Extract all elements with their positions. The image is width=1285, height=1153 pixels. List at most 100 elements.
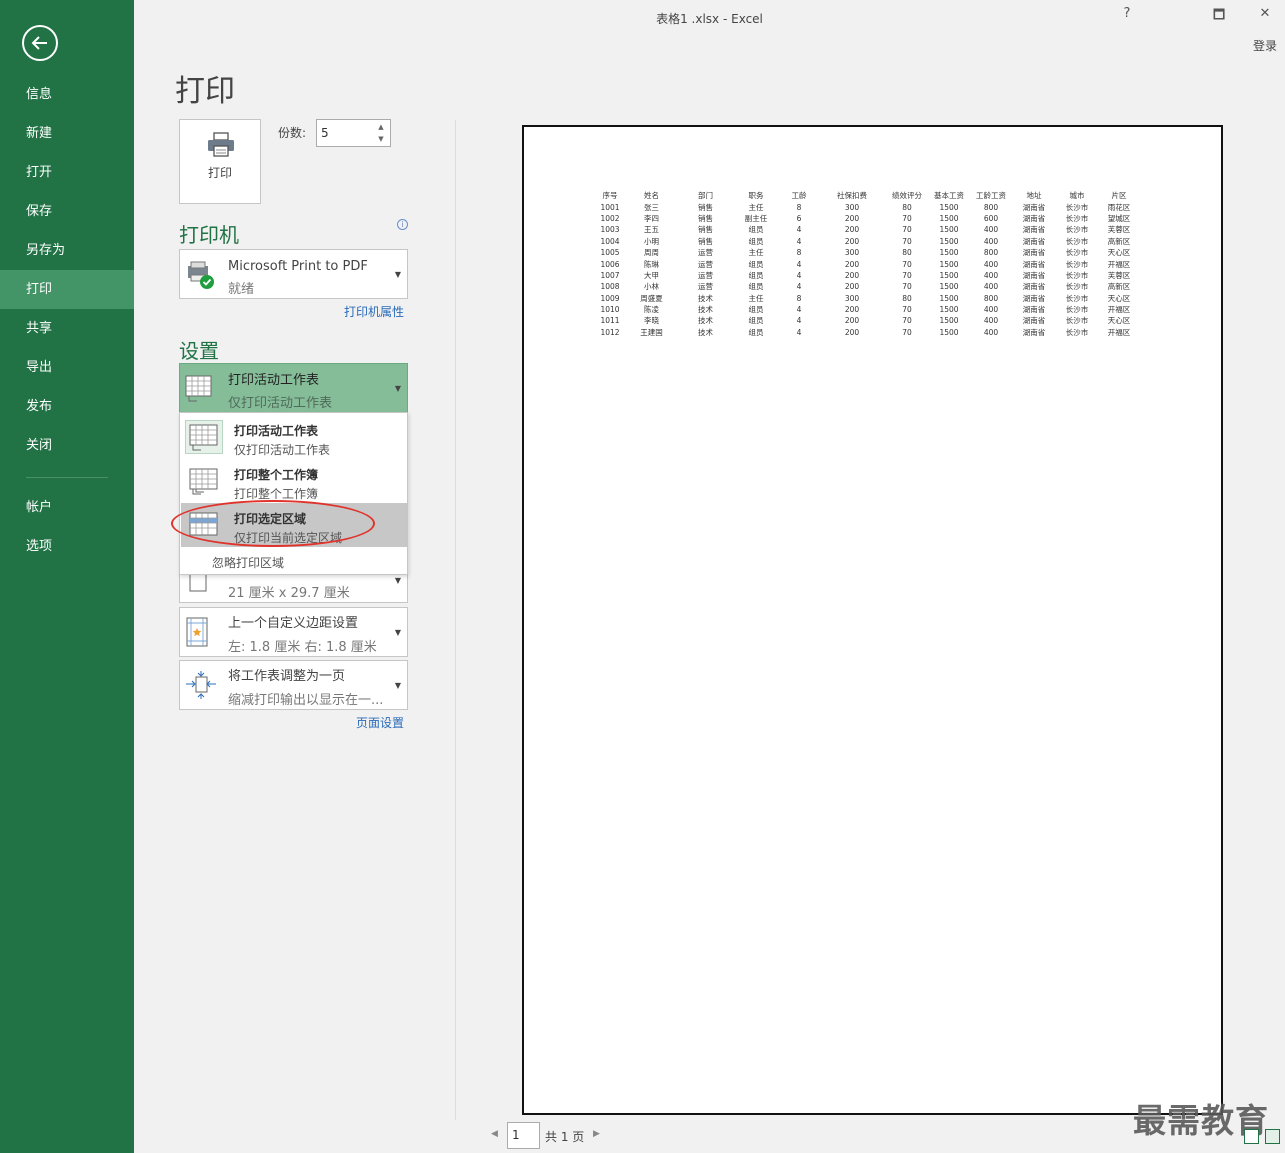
close-button[interactable]: ✕ bbox=[1250, 6, 1280, 21]
sidebar-item-save-as[interactable]: 另存为 bbox=[0, 231, 134, 270]
menu-item-print-active-sheet[interactable]: 打印活动工作表 仅打印活动工作表 bbox=[181, 415, 407, 459]
menu-item-desc: 仅打印活动工作表 bbox=[234, 443, 331, 457]
preview-cell: 1011 bbox=[600, 316, 620, 326]
preview-cell: 组员 bbox=[748, 305, 764, 315]
preview-cell: 湖南省 bbox=[1022, 316, 1046, 326]
restore-button[interactable]: 🗖 bbox=[1204, 6, 1234, 28]
zoom-to-page-icon[interactable] bbox=[1265, 1129, 1280, 1144]
paper-size-value: 21 厘米 x 29.7 厘米 bbox=[228, 586, 350, 601]
preview-cell: 长沙市 bbox=[1065, 225, 1089, 235]
preview-header-cell: 片区 bbox=[1111, 191, 1127, 201]
page-number-input[interactable] bbox=[512, 1128, 536, 1142]
preview-cell: 李四 bbox=[644, 213, 659, 223]
sidebar-item-publish[interactable]: 发布 bbox=[0, 387, 134, 426]
help-button[interactable]: ? bbox=[1112, 6, 1142, 21]
sidebar-item-account[interactable]: 帐户 bbox=[0, 488, 134, 527]
preview-cell: 长沙市 bbox=[1065, 327, 1089, 337]
preview-cell: 200 bbox=[844, 259, 860, 269]
login-link[interactable]: 登录 bbox=[1253, 37, 1277, 54]
chevron-down-icon: ▼ bbox=[394, 576, 401, 585]
margins-title: 上一个自定义边距设置 bbox=[228, 616, 359, 631]
preview-cell: 销售 bbox=[698, 236, 713, 246]
preview-cell: 长沙市 bbox=[1065, 213, 1089, 223]
page-number-field bbox=[507, 1122, 540, 1149]
preview-cell: 王五 bbox=[644, 225, 659, 235]
print-scope-dropdown[interactable]: 打印活动工作表 仅打印活动工作表 ▼ bbox=[179, 363, 408, 413]
copies-input[interactable] bbox=[321, 124, 371, 142]
preview-cell: 4 bbox=[796, 236, 802, 246]
margins-dropdown[interactable]: 上一个自定义边距设置 左: 1.8 厘米 右: 1.8 厘米 ▼ bbox=[179, 607, 408, 657]
preview-cell: 湖南省 bbox=[1022, 282, 1046, 292]
preview-cell: 1012 bbox=[600, 327, 620, 337]
menu-item-print-workbook[interactable]: 打印整个工作簿 打印整个工作簿 bbox=[181, 459, 407, 503]
preview-cell: 组员 bbox=[748, 327, 764, 337]
printer-properties-link[interactable]: 打印机属性 bbox=[344, 303, 404, 320]
preview-cell: 80 bbox=[902, 293, 912, 303]
preview-cell: 1500 bbox=[939, 248, 959, 258]
scaling-dropdown[interactable]: 将工作表调整为一页 缩减打印输出以显示在一... ▼ bbox=[179, 660, 408, 710]
show-margins-icon[interactable] bbox=[1244, 1129, 1259, 1144]
back-arrow-icon[interactable] bbox=[22, 25, 58, 61]
menu-item-print-selection[interactable]: 打印选定区域 仅打印当前选定区域 bbox=[181, 503, 407, 547]
ignore-print-area-option[interactable]: 忽略打印区域 bbox=[212, 554, 284, 571]
preview-cell: 400 bbox=[983, 282, 999, 292]
title-bar: 表格1 .xlsx - Excel ? 🗖 ✕ bbox=[134, 0, 1285, 36]
preview-cell: 大甲 bbox=[644, 270, 659, 280]
preview-cell: 4 bbox=[796, 270, 802, 280]
preview-cell: 周盛夏 bbox=[640, 293, 663, 303]
copies-stepper: ▲ ▼ bbox=[316, 119, 391, 147]
preview-cell: 70 bbox=[902, 327, 912, 337]
next-page-icon[interactable]: ▶ bbox=[593, 1129, 600, 1139]
preview-cell: 长沙市 bbox=[1065, 202, 1089, 212]
page-setup-link[interactable]: 页面设置 bbox=[356, 714, 404, 731]
preview-cell: 1500 bbox=[939, 293, 959, 303]
preview-cell: 运营 bbox=[698, 270, 713, 280]
printer-dropdown[interactable]: Microsoft Print to PDF 就绪 ▼ bbox=[179, 249, 408, 299]
preview-header-cell: 序号 bbox=[602, 191, 618, 201]
preview-cell: 主任 bbox=[748, 248, 764, 258]
workbook-icon bbox=[185, 464, 223, 498]
sidebar-item-share[interactable]: 共享 bbox=[0, 309, 134, 348]
sidebar-item-options[interactable]: 选项 bbox=[0, 527, 134, 566]
preview-cell: 300 bbox=[844, 248, 860, 258]
preview-row: 1003 王五 销售 组员 4 200 70 1500 400 湖南省 长沙市 芙蓉区 bbox=[596, 224, 1140, 235]
sidebar-item-save[interactable]: 保存 bbox=[0, 192, 134, 231]
preview-header-cell: 城市 bbox=[1069, 191, 1085, 201]
sidebar-item-print[interactable]: 打印 bbox=[0, 270, 134, 309]
sidebar-item-close[interactable]: 关闭 bbox=[0, 426, 134, 465]
preview-cell: 望城区 bbox=[1107, 213, 1131, 223]
copies-up-icon[interactable]: ▲ bbox=[375, 122, 387, 132]
preview-cell: 4 bbox=[796, 316, 802, 326]
preview-cell: 200 bbox=[844, 327, 860, 337]
sidebar-item-export[interactable]: 导出 bbox=[0, 348, 134, 387]
sidebar-divider bbox=[26, 477, 108, 478]
preview-cell: 1009 bbox=[600, 293, 620, 303]
copies-down-icon[interactable]: ▼ bbox=[375, 134, 387, 144]
preview-cell: 1500 bbox=[939, 202, 959, 212]
preview-cell: 1500 bbox=[939, 305, 959, 315]
copies-label: 份数: bbox=[278, 126, 307, 140]
sidebar-item-new[interactable]: 新建 bbox=[0, 114, 134, 153]
preview-cell: 1500 bbox=[939, 236, 959, 246]
active-sheet-icon bbox=[185, 420, 223, 454]
menu-item-desc: 仅打印当前选定区域 bbox=[234, 531, 343, 545]
preview-cell: 70 bbox=[902, 213, 912, 223]
preview-cell: 长沙市 bbox=[1065, 282, 1089, 292]
preview-cell: 70 bbox=[902, 270, 912, 280]
prev-page-icon[interactable]: ◀ bbox=[491, 1129, 498, 1139]
preview-cell: 8 bbox=[796, 293, 802, 303]
preview-cell: 副主任 bbox=[744, 213, 768, 223]
info-icon[interactable]: i bbox=[397, 219, 408, 230]
preview-cell: 陈凌 bbox=[644, 305, 659, 315]
preview-cell: 6 bbox=[796, 213, 802, 223]
preview-cell: 主任 bbox=[748, 202, 764, 212]
sidebar-item-open[interactable]: 打开 bbox=[0, 153, 134, 192]
preview-cell: 200 bbox=[844, 236, 860, 246]
sidebar-item-info[interactable]: 信息 bbox=[0, 75, 134, 114]
preview-cell: 600 bbox=[983, 213, 999, 223]
preview-cell: 80 bbox=[902, 248, 912, 258]
print-button[interactable]: 打印 bbox=[179, 119, 261, 204]
preview-cell: 开福区 bbox=[1107, 305, 1131, 315]
preview-cell: 400 bbox=[983, 236, 999, 246]
printer-ready-icon bbox=[185, 260, 217, 296]
